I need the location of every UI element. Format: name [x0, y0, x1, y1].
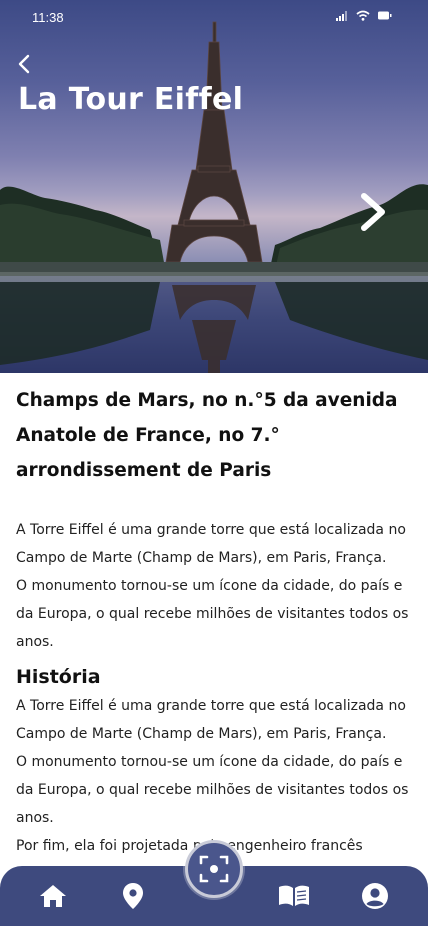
scan-button[interactable]	[185, 840, 243, 898]
chevron-left-icon	[18, 54, 30, 74]
chevron-right-icon	[361, 193, 385, 231]
nav-home[interactable]	[37, 880, 69, 912]
back-button[interactable]	[14, 52, 36, 76]
status-bar: 11:38	[0, 0, 428, 34]
intro-paragraph-2: O monumento tornou-se um ícone da cidade…	[16, 578, 409, 650]
next-image-button[interactable]	[356, 190, 392, 234]
eiffel-tower-photo	[0, 21, 428, 373]
nav-profile[interactable]	[359, 880, 391, 912]
history-heading: História	[16, 666, 101, 688]
intro-paragraph: A Torre Eiffel é uma grande torre que es…	[16, 522, 406, 566]
history-paragraph-2: O monumento tornou-se um ícone da cidade…	[16, 754, 409, 826]
scan-icon	[199, 855, 229, 883]
status-time: 11:38	[32, 10, 64, 25]
battery-icon	[378, 11, 392, 20]
map-pin-icon	[123, 883, 143, 909]
address-text: Champs de Mars, no n.°5 da avenida Anato…	[16, 390, 398, 481]
status-icons	[336, 10, 392, 21]
content-area: Champs de Mars, no n.°5 da avenida Anato…	[16, 373, 416, 888]
book-icon	[279, 885, 309, 906]
hero-image: 11:38 La Tour Eiffel	[0, 0, 428, 373]
page-title: La Tour Eiffel	[18, 82, 244, 117]
account-icon	[362, 883, 388, 909]
signal-icon	[336, 10, 347, 21]
history-paragraph: A Torre Eiffel é uma grande torre que es…	[16, 698, 406, 742]
home-icon	[40, 885, 66, 907]
wifi-icon	[356, 10, 370, 21]
nav-guide[interactable]	[278, 880, 310, 912]
nav-map[interactable]	[117, 880, 149, 912]
